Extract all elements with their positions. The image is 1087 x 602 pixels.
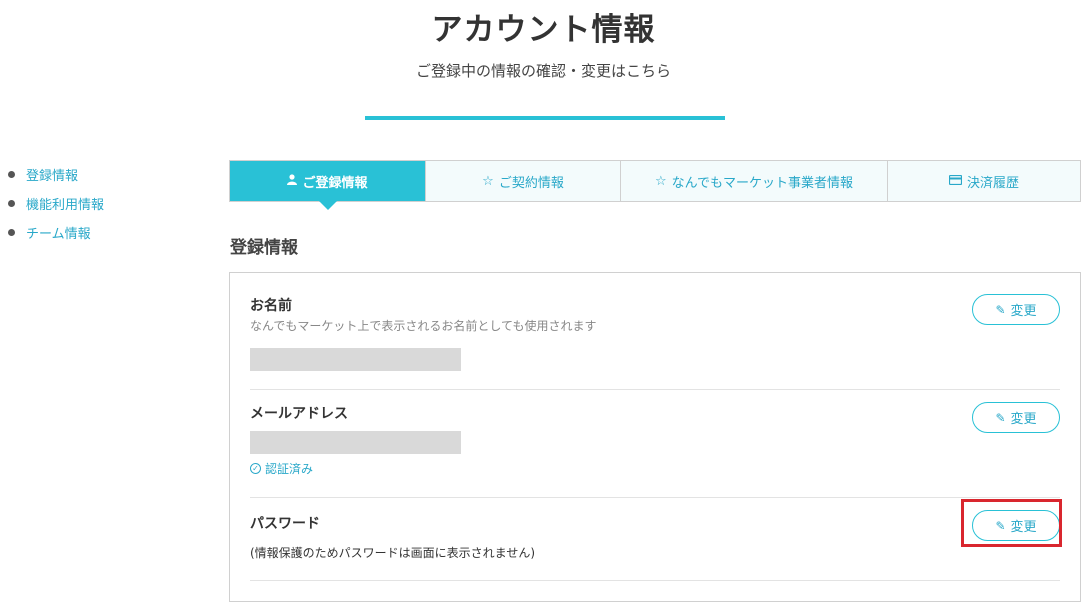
- name-label: お名前: [250, 298, 292, 314]
- tab-payment-history[interactable]: 決済履歴: [888, 161, 1080, 201]
- edit-icon: ✎: [995, 302, 1006, 317]
- highlight-box: [961, 499, 1062, 547]
- verified-label: 認証済み: [265, 462, 314, 476]
- email-label: メールアドレス: [250, 406, 348, 422]
- name-row: お名前 なんでもマーケット上で表示されるお名前としても使用されます ✎ 変更: [250, 273, 1060, 390]
- star-outline-icon: ☆: [482, 173, 494, 189]
- check-circle-icon: ✓: [250, 463, 261, 474]
- tab-bar: ご登録情報 ☆ ご契約情報 ☆ なんでもマーケット事業者情報 決済履歴: [229, 160, 1081, 210]
- email-value-masked: [250, 431, 461, 454]
- tab-label: なんでもマーケット事業者情報: [671, 175, 853, 191]
- bullet-icon: [8, 229, 15, 236]
- tab-market-business-info[interactable]: ☆ なんでもマーケット事業者情報: [621, 161, 888, 201]
- side-nav-item-team[interactable]: チーム情報: [8, 218, 104, 247]
- bullet-icon: [8, 171, 15, 178]
- side-nav-item-label: 登録情報: [26, 169, 79, 184]
- email-row: メールアドレス ✓ 認証済み ✎ 変更: [250, 390, 1060, 498]
- edit-button-label: 変更: [1010, 303, 1037, 318]
- tab-registration-info[interactable]: ご登録情報: [230, 161, 426, 210]
- section-title: 登録情報: [230, 238, 298, 258]
- password-note: (情報保護のためパスワードは画面に表示されません): [250, 546, 536, 560]
- tab-contract-info[interactable]: ☆ ご契約情報: [426, 161, 621, 201]
- name-description: なんでもマーケット上で表示されるお名前としても使用されます: [250, 319, 597, 333]
- page-subtitle: ご登録中の情報の確認・変更はこちら: [415, 62, 671, 80]
- email-verified-status: ✓ 認証済み: [250, 460, 313, 477]
- tab-label: ご契約情報: [498, 175, 564, 191]
- page-title: アカウント情報: [431, 12, 656, 48]
- side-nav-item-label: チーム情報: [26, 227, 91, 242]
- title-underline: [365, 116, 725, 120]
- edit-email-button[interactable]: ✎ 変更: [972, 402, 1060, 433]
- star-outline-icon: ☆: [654, 173, 667, 189]
- edit-button-label: 変更: [1010, 411, 1037, 426]
- side-nav-item-feature-usage[interactable]: 機能利用情報: [8, 189, 104, 218]
- user-icon: [287, 173, 298, 189]
- name-value-masked: [250, 348, 461, 371]
- side-nav-item-label: 機能利用情報: [26, 198, 105, 213]
- side-nav: 登録情報 機能利用情報 チーム情報: [8, 160, 104, 247]
- password-row: パスワード (情報保護のためパスワードは画面に表示されません) ✎ 変更: [250, 498, 1060, 581]
- credit-card-icon: [948, 174, 963, 189]
- tab-label: 決済履歴: [966, 175, 1019, 191]
- registration-info-panel: お名前 なんでもマーケット上で表示されるお名前としても使用されます ✎ 変更 メ…: [229, 272, 1081, 602]
- bullet-icon: [8, 200, 15, 207]
- edit-name-button[interactable]: ✎ 変更: [972, 294, 1060, 325]
- password-label: パスワード: [250, 516, 320, 532]
- edit-icon: ✎: [995, 410, 1006, 425]
- tab-label: ご登録情報: [302, 175, 368, 191]
- side-nav-item-registration[interactable]: 登録情報: [8, 160, 104, 189]
